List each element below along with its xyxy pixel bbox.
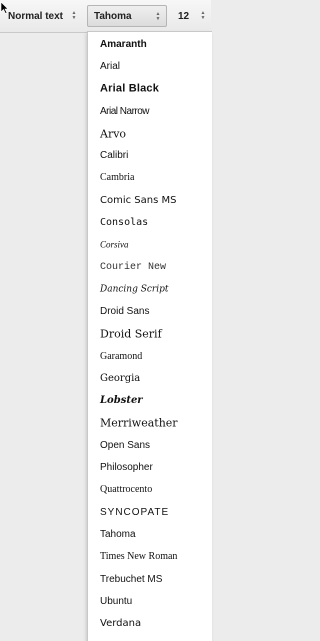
font-option-calibri[interactable]: Calibri: [100, 151, 128, 161]
font-option-georgia[interactable]: Georgia: [100, 374, 140, 384]
font-option-droid-serif[interactable]: Droid Serif: [100, 329, 162, 340]
font-option-consolas[interactable]: Consolas: [100, 218, 148, 228]
font-option-arial-narrow[interactable]: Arial Narrow: [100, 107, 150, 117]
up-down-arrows-icon: ▲ ▼: [71, 10, 77, 21]
font-size-select[interactable]: 12 ▲ ▼: [172, 5, 211, 27]
font-option-cambria[interactable]: Cambria: [100, 173, 134, 183]
font-family-menu: Amaranth Arial Arial Black Arial Narrow …: [87, 31, 212, 641]
formatting-toolbar: Normal text ▲ ▼ Tahoma ▲ ▼ 12 ▲ ▼: [0, 0, 211, 33]
paragraph-style-select[interactable]: Normal text ▲ ▼: [2, 5, 82, 27]
font-option-arial[interactable]: Arial: [100, 62, 120, 72]
font-option-courier-new[interactable]: Courier New: [100, 263, 166, 273]
font-option-dancing-script[interactable]: Dancing Script: [100, 285, 168, 295]
font-option-amaranth[interactable]: Amaranth: [100, 40, 147, 50]
font-option-philosopher[interactable]: Philosopher: [100, 463, 153, 473]
font-option-quattrocento[interactable]: Quattrocento: [100, 485, 152, 495]
paragraph-style-value: Normal text: [8, 10, 64, 22]
up-down-arrows-icon: ▲ ▼: [200, 10, 206, 21]
font-family-value: Tahoma: [94, 10, 132, 22]
up-down-arrows-icon: ▲ ▼: [155, 11, 161, 22]
font-option-times-new-roman[interactable]: Times New Roman: [100, 552, 177, 562]
font-option-verdana[interactable]: Verdana: [100, 619, 141, 629]
font-option-corsiva[interactable]: Corsiva: [100, 240, 129, 250]
font-option-arvo[interactable]: Arvo: [100, 129, 126, 140]
font-option-garamond[interactable]: Garamond: [100, 352, 142, 362]
font-option-trebuchet-ms[interactable]: Trebuchet MS: [100, 575, 162, 585]
font-option-arial-black[interactable]: Arial Black: [100, 83, 159, 95]
font-option-lobster[interactable]: Lobster: [100, 396, 143, 406]
font-family-select[interactable]: Tahoma ▲ ▼: [87, 5, 167, 27]
font-option-tahoma[interactable]: Tahoma: [100, 530, 136, 540]
font-option-ubuntu[interactable]: Ubuntu: [100, 597, 132, 607]
font-option-droid-sans[interactable]: Droid Sans: [100, 307, 149, 317]
font-option-merriweather[interactable]: Merriweather: [100, 418, 178, 429]
font-option-open-sans[interactable]: Open Sans: [100, 441, 150, 451]
font-size-value: 12: [178, 10, 190, 22]
font-option-comic-sans-ms[interactable]: Comic Sans MS: [100, 196, 176, 206]
font-option-syncopate[interactable]: SYNCOPATE: [100, 508, 169, 518]
